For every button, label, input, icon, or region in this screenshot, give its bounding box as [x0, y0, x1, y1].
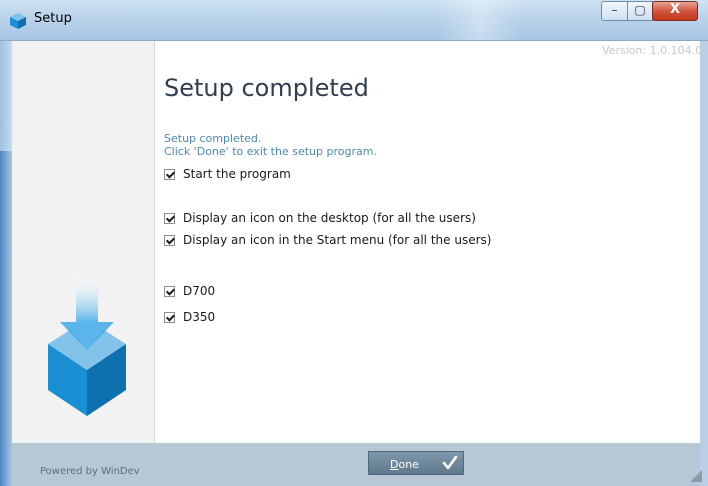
page-title: Setup completed	[164, 74, 369, 102]
minimize-icon: –	[611, 3, 618, 17]
start-program-checkbox[interactable]: Start the program	[164, 166, 291, 182]
checkbox-checked-icon[interactable]	[164, 311, 175, 323]
start-menu-icon-checkbox[interactable]: Display an icon in the Start menu (for a…	[164, 232, 491, 248]
close-button[interactable]: X	[652, 1, 698, 21]
checkbox-label: Display an icon in the Start menu (for a…	[183, 233, 492, 247]
checkbox-checked-icon[interactable]	[164, 234, 175, 246]
close-icon: X	[669, 2, 681, 17]
title-bar-glare	[440, 0, 520, 40]
title-bar[interactable]: Setup – ▢ X	[0, 0, 708, 41]
maximize-button[interactable]: ▢	[627, 1, 653, 21]
download-arrow-cube-icon	[48, 278, 126, 416]
info-line-1: Setup completed.	[164, 132, 262, 145]
window-left-border	[0, 41, 12, 486]
setup-window: Setup – ▢ X Version: 1.0.104.0 Setup com…	[0, 0, 708, 486]
powered-by-label: Powered by WinDev	[40, 466, 140, 477]
maximize-icon: ▢	[634, 3, 646, 17]
checkbox-checked-icon[interactable]	[164, 285, 175, 297]
info-line-2: Click 'Done' to exit the setup program.	[164, 145, 377, 158]
version-label: Version: 1.0.104.0	[602, 44, 703, 57]
footer-bar	[12, 443, 700, 486]
window-title: Setup	[34, 11, 72, 26]
checkbox-label: D700	[183, 284, 216, 298]
checkbox-checked-icon[interactable]	[164, 212, 175, 224]
checkbox-checked-icon[interactable]	[164, 168, 175, 180]
d350-checkbox[interactable]: D350	[164, 309, 215, 325]
minimize-button[interactable]: –	[601, 1, 628, 21]
info-text: Setup completed. Click 'Done' to exit th…	[164, 132, 377, 158]
done-button[interactable]: Done	[368, 451, 464, 475]
checkbox-label: Start the program	[183, 167, 291, 181]
window-left-border-shade	[0, 151, 12, 486]
resize-grip-icon[interactable]	[690, 470, 702, 482]
checkmark-icon	[442, 455, 458, 470]
d700-checkbox[interactable]: D700	[164, 283, 215, 299]
checkbox-label: D350	[183, 310, 216, 324]
window-right-border	[700, 41, 708, 486]
checkbox-label: Display an icon on the desktop (for all …	[183, 211, 476, 225]
setup-cube-icon	[10, 13, 26, 29]
done-button-label: Done	[390, 458, 419, 471]
desktop-icon-checkbox[interactable]: Display an icon on the desktop (for all …	[164, 210, 476, 226]
